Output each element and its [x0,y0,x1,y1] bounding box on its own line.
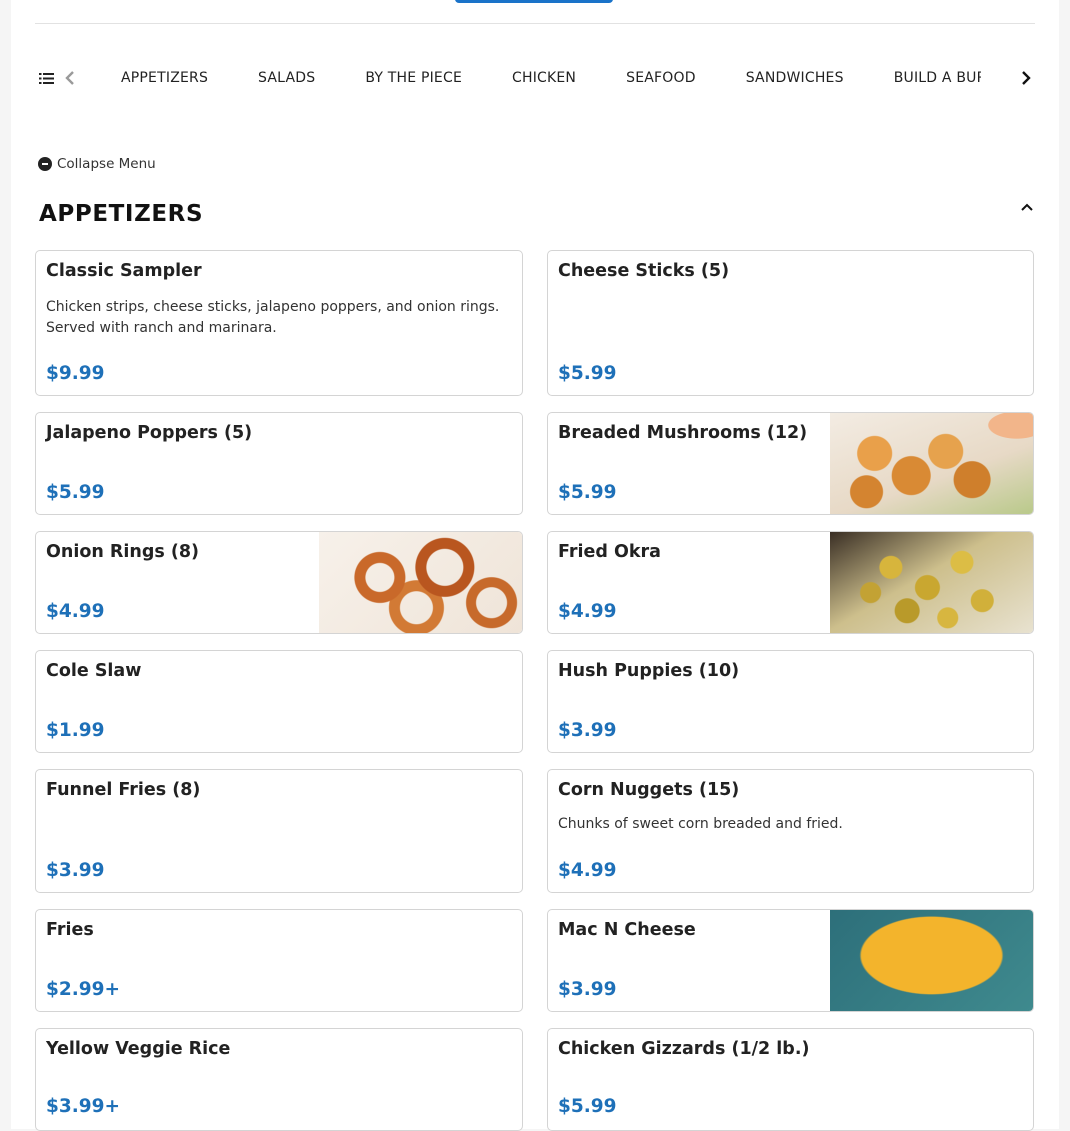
item-price: $3.99 [558,979,617,1000]
item-price: $2.99+ [46,979,121,1000]
mac-n-cheese-photo [830,910,1033,1011]
menu-item-card[interactable]: Corn Nuggets (15) Chunks of sweet corn b… [547,769,1034,893]
fried-okra-photo [830,532,1033,633]
chevron-up-icon[interactable] [1019,199,1035,219]
item-name: Fried Okra [558,542,661,562]
menu-item-card[interactable]: Onion Rings (8) $4.99 [35,531,523,634]
item-name: Hush Puppies (10) [558,661,740,681]
item-name: Jalapeno Poppers (5) [46,423,253,443]
onion-rings-photo [319,532,522,633]
item-name: Funnel Fries (8) [46,780,201,800]
menu-item-card[interactable]: Fried Okra $4.99 [547,531,1034,634]
item-price: $5.99 [558,482,617,503]
item-name: Classic Sampler [46,261,202,281]
item-name: Cole Slaw [46,661,142,681]
item-name: Mac N Cheese [558,920,696,940]
list-icon[interactable] [37,69,55,87]
collapse-menu-button[interactable]: Collapse Menu [38,156,156,172]
menu-page: APPETIZERS SALADS BY THE PIECE CHICKEN S… [11,0,1059,1131]
item-price: $1.99 [46,720,105,741]
tab-chicken[interactable]: CHICKEN [512,70,576,86]
item-price: $3.99 [558,720,617,741]
section-title: APPETIZERS [39,201,204,227]
chevron-right-icon[interactable] [1017,69,1035,87]
menu-item-card[interactable]: Mac N Cheese $3.99 [547,909,1034,1012]
top-action-button[interactable] [455,0,613,3]
category-nav: APPETIZERS SALADS BY THE PIECE CHICKEN S… [35,58,1035,98]
item-price: $5.99 [558,1096,617,1117]
menu-item-card[interactable]: Yellow Veggie Rice $3.99+ [35,1028,523,1131]
item-description: Chicken strips, cheese sticks, jalapeno … [46,299,500,336]
item-price: $4.99 [46,601,105,622]
tab-sandwiches[interactable]: SANDWICHES [746,70,844,86]
item-price: $5.99 [558,363,617,384]
item-price: $4.99 [558,860,617,881]
item-name: Fries [46,920,94,940]
item-price: $5.99 [46,482,105,503]
tab-salads[interactable]: SALADS [258,70,315,86]
item-price: $4.99 [558,601,617,622]
tab-build-a-burger[interactable]: BUILD A BURGER [894,70,981,86]
item-name: Breaded Mushrooms (12) [558,423,808,443]
menu-item-card[interactable]: Classic Sampler Chicken strips, cheese s… [35,250,523,396]
collapse-menu-label: Collapse Menu [57,156,156,172]
chevron-left-icon[interactable] [61,69,79,87]
menu-item-card[interactable]: Breaded Mushrooms (12) $5.99 [547,412,1034,515]
item-price: $3.99 [46,860,105,881]
menu-item-card[interactable]: Hush Puppies (10) $3.99 [547,650,1034,753]
menu-item-card[interactable]: Cole Slaw $1.99 [35,650,523,753]
item-name: Cheese Sticks (5) [558,261,730,281]
menu-item-card[interactable]: Fries $2.99+ [35,909,523,1012]
item-description: Chunks of sweet corn breaded and fried. [558,816,843,832]
category-tabs: APPETIZERS SALADS BY THE PIECE CHICKEN S… [121,58,981,98]
divider [35,23,1035,24]
tab-by-the-piece[interactable]: BY THE PIECE [365,70,462,86]
item-price: $3.99+ [46,1096,121,1117]
item-name: Corn Nuggets (15) [558,780,740,800]
minus-circle-icon [38,157,52,171]
tab-appetizers[interactable]: APPETIZERS [121,70,208,86]
item-price: $9.99 [46,363,105,384]
item-name: Onion Rings (8) [46,542,200,562]
breaded-mushrooms-photo [830,413,1033,514]
menu-item-card[interactable]: Funnel Fries (8) $3.99 [35,769,523,893]
menu-item-card[interactable]: Chicken Gizzards (1/2 lb.) $5.99 [547,1028,1034,1131]
item-name: Chicken Gizzards (1/2 lb.) [558,1039,810,1059]
item-name: Yellow Veggie Rice [46,1039,231,1059]
menu-item-card[interactable]: Cheese Sticks (5) $5.99 [547,250,1034,396]
menu-item-card[interactable]: Jalapeno Poppers (5) $5.99 [35,412,523,515]
tab-seafood[interactable]: SEAFOOD [626,70,696,86]
